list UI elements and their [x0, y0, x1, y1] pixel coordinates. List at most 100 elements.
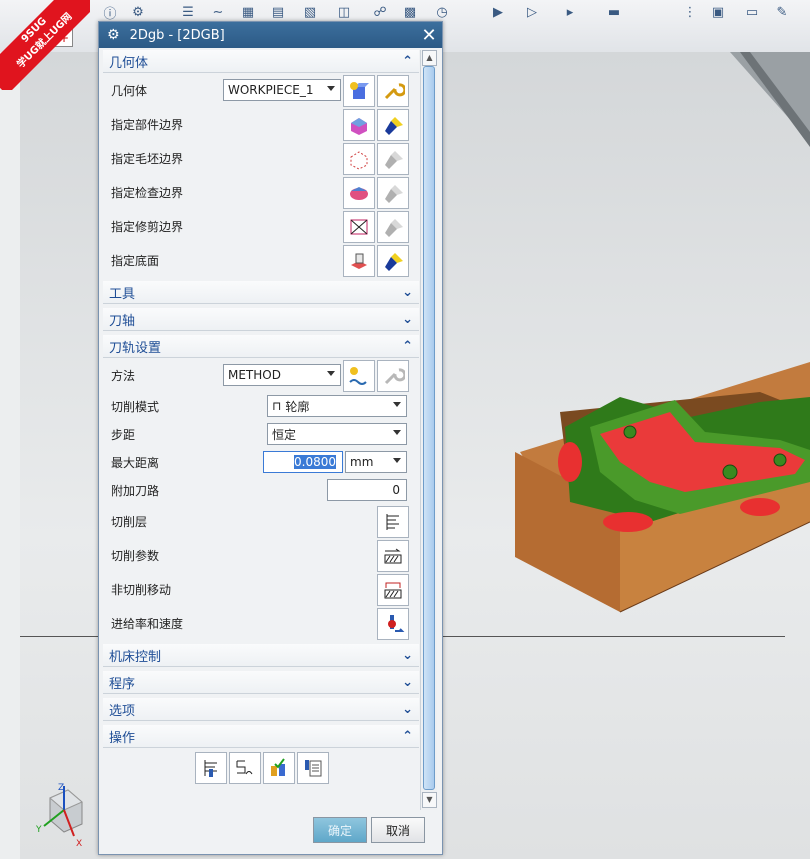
blank-boundary-button[interactable] — [343, 143, 375, 175]
max-distance-label: 最大距离 — [111, 455, 160, 470]
part-boundary-button[interactable] — [343, 109, 375, 141]
geometry-new-icon — [350, 82, 369, 99]
process-icon[interactable]: ☍ — [370, 2, 390, 22]
view-triad[interactable]: Z Y X — [30, 780, 100, 850]
cut-levels-label: 切削层 — [111, 514, 148, 529]
check-boundary-label: 指定检查边界 — [111, 185, 184, 200]
edit-method-button[interactable] — [377, 360, 409, 392]
workpiece-icon[interactable]: ▣ — [708, 2, 728, 22]
list-toolbar-icon[interactable]: ▤ — [268, 2, 288, 22]
scroll-down-icon[interactable]: ▼ — [422, 792, 437, 808]
snap-icon[interactable]: ⋮ — [680, 2, 700, 22]
blank-boundary-display-button[interactable] — [377, 143, 409, 175]
stepover-value: 恒定 — [272, 427, 297, 442]
table-icon[interactable]: ◫ — [334, 2, 354, 22]
section-axis-label: 刀轴 — [109, 313, 136, 329]
section-geometry-label: 几何体 — [109, 55, 149, 71]
new-method-button[interactable] — [343, 360, 375, 392]
max-distance-input[interactable]: 0.0800 — [263, 451, 343, 473]
section-options[interactable]: 选项 ⌄ — [103, 698, 419, 721]
tool-icon[interactable]: ⚙ — [128, 2, 148, 22]
dialog-content: 几何体 ⌃ 几何体 WORKPIECE_1 指定部件边界 指定毛坯边界 指定检查… — [103, 50, 419, 810]
section-program[interactable]: 程序 ⌄ — [103, 671, 419, 694]
edit-icon[interactable]: ✎ — [772, 2, 792, 22]
operation-icon[interactable]: ▧ — [300, 2, 320, 22]
trim-boundary-display-button[interactable] — [377, 211, 409, 243]
section-tool[interactable]: 工具 ⌄ — [103, 281, 419, 304]
list-button[interactable] — [297, 752, 329, 784]
cut-levels-icon — [386, 514, 399, 530]
part-boundary-icon — [351, 118, 367, 135]
clock-icon[interactable]: ◷ — [432, 2, 452, 22]
check-boundary-display-button[interactable] — [377, 177, 409, 209]
geometry-select[interactable]: WORKPIECE_1 — [223, 79, 341, 101]
chevron-down-icon — [327, 86, 335, 91]
scroll-thumb[interactable] — [423, 66, 435, 790]
dialog-titlebar[interactable]: ⚙ 2Dgb - [2DGB] ✕ — [99, 22, 442, 48]
trim-boundary-icon — [350, 219, 368, 235]
close-icon[interactable]: ✕ — [416, 25, 442, 46]
triad-z-label: Z — [58, 783, 64, 793]
section-geometry[interactable]: 几何体 ⌃ — [103, 50, 419, 73]
cut-pattern-label: 切削模式 — [111, 399, 160, 414]
max-distance-unit: mm — [350, 455, 374, 469]
section-actions-label: 操作 — [109, 730, 136, 746]
replay-toolbar-icon[interactable]: ∼ — [208, 2, 228, 22]
cut-levels-button[interactable] — [377, 506, 409, 538]
chevron-up-icon: ⌃ — [402, 53, 413, 69]
floor-button[interactable] — [343, 245, 375, 277]
generate-button[interactable] — [195, 752, 227, 784]
section-axis[interactable]: 刀轴 ⌄ — [103, 308, 419, 331]
section-actions[interactable]: 操作 ⌃ — [103, 725, 419, 748]
check-boundary-button[interactable] — [343, 177, 375, 209]
section-path-label: 刀轨设置 — [109, 340, 162, 356]
triad-x-label: X — [76, 839, 82, 849]
edit-geometry-button[interactable] — [377, 75, 409, 107]
generate-toolbar-icon[interactable]: ☰ — [178, 2, 198, 22]
section-tool-label: 工具 — [109, 286, 136, 302]
geometry-select-value: WORKPIECE_1 — [228, 83, 314, 97]
non-cut-moves-button[interactable] — [377, 574, 409, 606]
cut-params-button[interactable] — [377, 540, 409, 572]
replay-button[interactable] — [229, 752, 261, 784]
chevron-up-icon: ⌃ — [402, 728, 413, 744]
dialog-scrollbar[interactable]: ▲ ▼ — [420, 50, 437, 810]
stepover-label: 步距 — [111, 427, 136, 442]
floor-icon — [351, 253, 367, 269]
tool-holder-icon[interactable]: ▬ — [604, 2, 624, 22]
section-path-settings[interactable]: 刀轨设置 ⌃ — [103, 335, 419, 358]
select-mode-icon[interactable]: ▸ — [560, 2, 580, 22]
blank-boundary-icon — [350, 151, 368, 170]
max-distance-unit-select[interactable]: mm — [345, 451, 407, 473]
scroll-up-icon[interactable]: ▲ — [422, 50, 437, 66]
select-icon[interactable]: ▶ — [488, 2, 508, 22]
method-new-icon — [349, 367, 367, 385]
list-icon — [305, 760, 322, 777]
verify-toolbar-icon[interactable]: ▦ — [238, 2, 258, 22]
section-options-label: 选项 — [109, 703, 136, 719]
ok-button[interactable]: 确定 — [313, 817, 367, 843]
planar-mill-dialog: ⚙ 2Dgb - [2DGB] ✕ 几何体 ⌃ 几何体 WORKPIECE_1 … — [98, 21, 443, 855]
floor-display-button[interactable] — [377, 245, 409, 277]
select-filter-icon[interactable]: ▷ — [522, 2, 542, 22]
cancel-button[interactable]: 取消 — [371, 817, 425, 843]
part-boundary-label: 指定部件边界 — [111, 117, 184, 132]
info-icon[interactable]: ⓘ — [100, 2, 120, 22]
verify-button[interactable] — [263, 752, 295, 784]
gear-icon: ⚙ — [107, 27, 120, 43]
assembly-icon[interactable]: ▭ — [742, 2, 762, 22]
stepover-select[interactable]: 恒定 — [267, 423, 407, 445]
method-select[interactable]: METHOD — [223, 364, 341, 386]
new-geometry-button[interactable] — [343, 75, 375, 107]
additional-passes-input[interactable]: 0 — [327, 479, 407, 501]
trim-boundary-button[interactable] — [343, 211, 375, 243]
check-boundary-icon — [350, 187, 368, 200]
verify-icon — [271, 758, 285, 776]
feeds-speeds-button[interactable] — [377, 608, 409, 640]
part-boundary-display-button[interactable] — [377, 109, 409, 141]
additional-passes-label: 附加刀路 — [111, 483, 160, 498]
cut-pattern-select[interactable]: ⊓ 轮廓 — [267, 395, 407, 417]
document-icon[interactable]: ▩ — [400, 2, 420, 22]
flashlight-icon — [385, 253, 403, 271]
section-machine-control[interactable]: 机床控制 ⌄ — [103, 644, 419, 667]
